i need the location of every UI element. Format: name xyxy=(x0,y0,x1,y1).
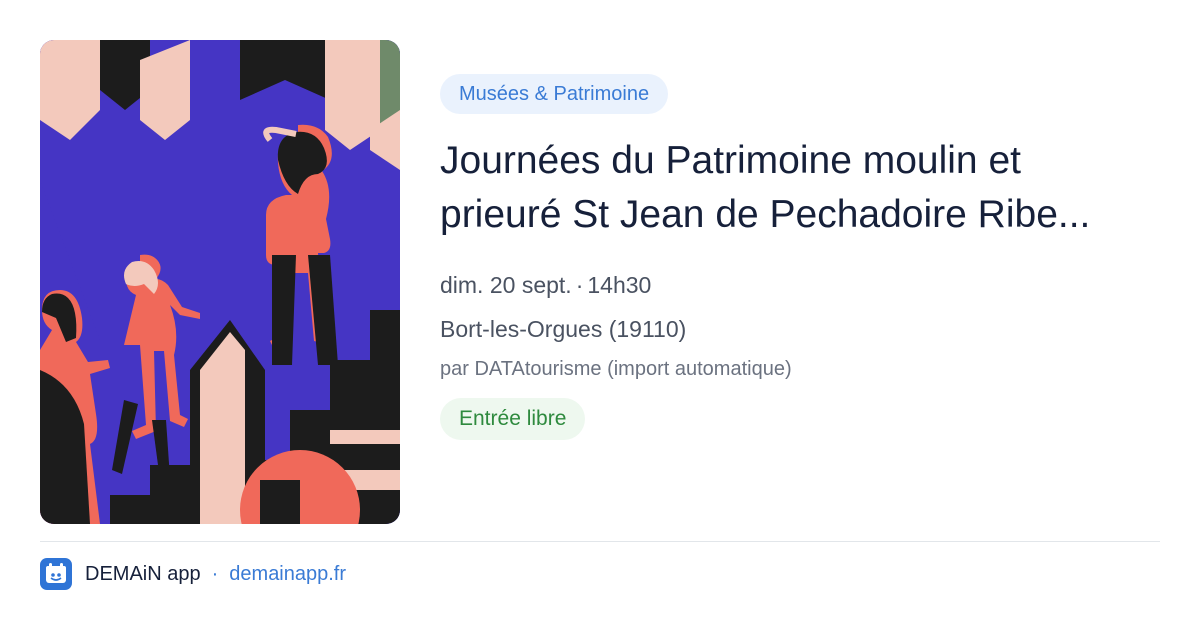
footer: DEMAiN app · demainapp.fr xyxy=(40,558,346,590)
footer-divider xyxy=(40,541,1160,542)
event-time: 14h30 xyxy=(587,272,652,298)
footer-separator: · xyxy=(211,562,219,585)
event-date: dim. 20 sept. xyxy=(440,272,572,298)
event-location: Bort-les-Orgues (19110) xyxy=(440,316,687,342)
app-domain-link[interactable]: demainapp.fr xyxy=(229,563,346,586)
event-share-card: Musées & Patrimoine Journées du Patrimoi… xyxy=(0,0,1200,630)
app-name: DEMAiN app xyxy=(85,562,201,585)
event-organizer: par DATAtourisme (import automatique) xyxy=(440,358,792,380)
event-image[interactable] xyxy=(40,40,400,524)
price-badge: Entrée libre xyxy=(440,398,586,440)
event-datetime: dim. 20 sept. · 14h30 xyxy=(440,270,1160,300)
illustration-people-climbing-stairs-icon xyxy=(40,40,400,524)
category-badge[interactable]: Musées & Patrimoine xyxy=(440,74,669,114)
demain-app-logo-icon[interactable] xyxy=(40,558,72,590)
event-title[interactable]: Journées du Patrimoine moulin et prieuré… xyxy=(440,134,1140,242)
datetime-separator: · xyxy=(575,272,584,298)
event-details: Musées & Patrimoine Journées du Patrimoi… xyxy=(440,74,1160,440)
